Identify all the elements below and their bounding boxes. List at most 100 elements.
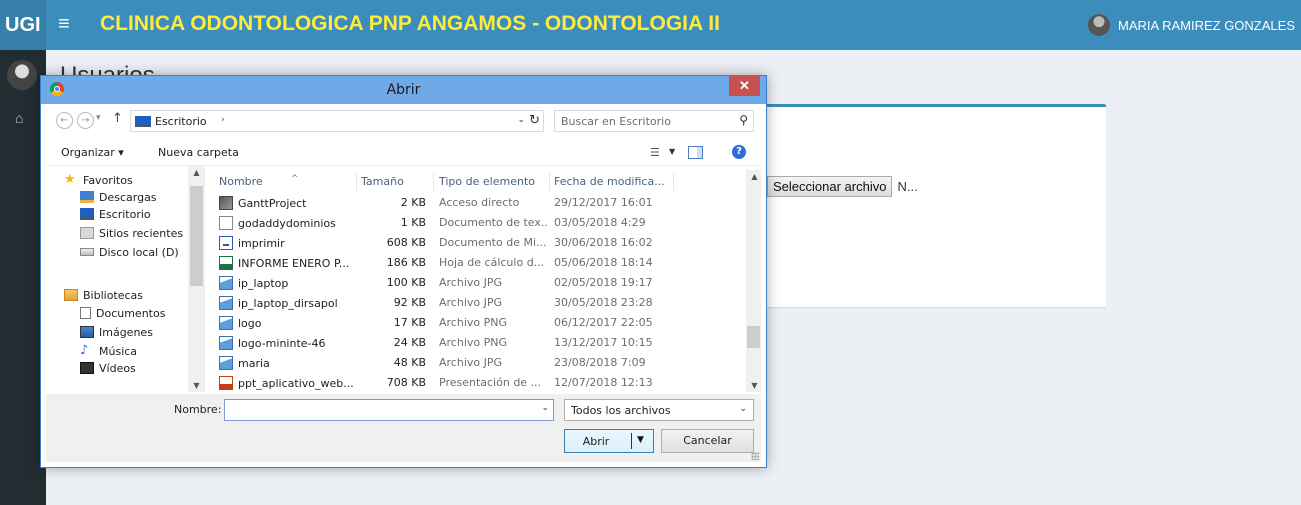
column-header-size[interactable]: Tamaño [361, 175, 404, 188]
chevron-down-icon[interactable]: ⌄ [541, 403, 549, 413]
content-box: Seleccionar archivo N... [760, 104, 1106, 307]
search-box[interactable]: ⚲ [554, 110, 754, 132]
back-arrow-icon[interactable]: ← [56, 112, 73, 129]
column-divider[interactable] [356, 173, 357, 191]
scroll-up-icon[interactable]: ▲ [746, 172, 763, 181]
open-button[interactable]: Abrir ▼ [564, 429, 654, 453]
nav-item-disco-local[interactable]: Disco local (D) [80, 244, 179, 260]
libraries-icon [64, 289, 78, 301]
column-divider[interactable] [673, 173, 674, 191]
user-avatar [1088, 14, 1111, 36]
search-input[interactable] [555, 111, 730, 131]
nav-item-musica[interactable]: ♪ Música [80, 343, 137, 359]
dialog-titlebar[interactable]: Abrir ✕ [41, 76, 766, 104]
open-button-label: Abrir [582, 435, 610, 448]
cancel-button[interactable]: Cancelar [661, 429, 754, 453]
recent-locations-chevron-icon[interactable]: ▾ [96, 113, 101, 123]
column-header-type[interactable]: Tipo de elemento [439, 175, 535, 188]
user-name: MARIA RAMIREZ GONZALES [1118, 17, 1295, 33]
nav-item-descargas[interactable]: Descargas [80, 189, 157, 205]
file-name: ip_laptop_dirsapol [238, 296, 338, 310]
help-icon[interactable]: ? [732, 145, 746, 159]
address-bar[interactable]: Escritorio › ⌄ ↻ [130, 110, 544, 132]
nav-item-videos[interactable]: Vídeos [80, 360, 136, 376]
image-file-icon [219, 296, 233, 310]
file-name: imprimir [238, 236, 285, 250]
new-folder-button[interactable]: Nueva carpeta [158, 146, 239, 159]
scroll-up-icon[interactable]: ▲ [188, 168, 205, 177]
file-name-cell: GanttProject [219, 196, 359, 210]
nav-pane-scrollbar[interactable]: ▲ ▼ [188, 166, 205, 392]
forward-arrow-icon[interactable]: → [77, 112, 94, 129]
file-type-select[interactable]: Todos los archivos ⌄ [564, 399, 754, 421]
nav-item-label: Bibliotecas [83, 288, 144, 302]
nav-item-label: Sitios recientes [99, 226, 184, 240]
nav-item-bibliotecas[interactable]: Bibliotecas [64, 287, 143, 303]
file-row[interactable]: imprimir 608 KB Documento de Mi... 30/06… [211, 233, 731, 253]
breadcrumb-escritorio[interactable]: Escritorio [155, 115, 207, 128]
open-dropdown-icon[interactable]: ▼ [637, 435, 644, 445]
organize-menu[interactable]: Organizar ▾ [61, 146, 124, 159]
home-icon[interactable]: ⌂ [15, 110, 23, 126]
file-name: GanttProject [238, 196, 307, 210]
file-list-scrollbar[interactable]: ▲ ▼ [746, 170, 761, 392]
desktop-icon [135, 116, 151, 127]
file-name-cell: logo [219, 316, 359, 330]
image-file-icon [219, 336, 233, 350]
nav-item-escritorio[interactable]: Escritorio [80, 206, 151, 222]
nav-item-imagenes[interactable]: Imágenes [80, 324, 153, 340]
file-row[interactable]: logo 17 KB Archivo PNG 06/12/2017 22:05 [211, 313, 731, 333]
file-name-field[interactable]: ⌄ [224, 399, 554, 421]
scroll-down-icon[interactable]: ▼ [188, 381, 205, 390]
up-arrow-icon[interactable]: ↑ [112, 111, 123, 126]
scroll-down-icon[interactable]: ▼ [746, 381, 763, 390]
column-header-name[interactable]: Nombre [219, 175, 263, 188]
file-name-cell: imprimir [219, 236, 359, 250]
menu-toggle-icon[interactable]: ≡ [58, 13, 70, 35]
close-icon[interactable]: ✕ [729, 76, 760, 96]
preview-pane-icon[interactable] [688, 146, 703, 159]
file-row[interactable]: GanttProject 2 KB Acceso directo 29/12/2… [211, 193, 731, 213]
file-name-label: Nombre: [174, 403, 222, 416]
search-icon[interactable]: ⚲ [739, 113, 748, 127]
file-name-input[interactable] [225, 400, 533, 420]
file-name: ppt_aplicativo_web... [238, 376, 354, 390]
column-header-date[interactable]: Fecha de modifica... [554, 175, 665, 188]
nav-item-sitios-recientes[interactable]: Sitios recientes [80, 225, 183, 241]
refresh-icon[interactable]: ↻ [529, 113, 540, 128]
file-size: 100 KB [386, 276, 426, 289]
nav-item-label: Descargas [99, 190, 157, 204]
user-menu[interactable]: MARIA RAMIREZ GONZALES [1088, 13, 1295, 37]
column-divider[interactable] [433, 173, 434, 191]
file-row[interactable]: logo-mininte-46 24 KB Archivo PNG 13/12/… [211, 333, 731, 353]
nav-pane-scroll-thumb[interactable] [190, 186, 203, 286]
address-dropdown-icon[interactable]: ⌄ [517, 115, 525, 125]
nav-item-label: Música [99, 344, 138, 358]
select-file-button[interactable]: Seleccionar archivo [767, 176, 893, 197]
file-date: 05/06/2018 18:14 [554, 256, 653, 269]
file-row[interactable]: ip_laptop_dirsapol 92 KB Archivo JPG 30/… [211, 293, 731, 313]
file-input[interactable]: Seleccionar archivo N... [767, 176, 918, 197]
file-date: 13/12/2017 10:15 [554, 336, 653, 349]
nav-item-documentos[interactable]: Documentos [80, 305, 165, 321]
column-divider[interactable] [549, 173, 550, 191]
chevron-down-icon[interactable]: ⌄ [739, 404, 747, 414]
file-name-cell: logo-mininte-46 [219, 336, 359, 350]
file-list-scroll-thumb[interactable] [747, 326, 760, 348]
documents-icon [80, 307, 91, 319]
resize-grip-icon[interactable] [751, 452, 759, 460]
file-name-cell: ip_laptop [219, 276, 359, 290]
file-row[interactable]: godaddydominios 1 KB Documento de tex...… [211, 213, 731, 233]
view-dropdown-icon[interactable]: ▼ [669, 147, 675, 156]
file-row[interactable]: ppt_aplicativo_web... 708 KB Presentació… [211, 373, 731, 393]
file-row[interactable]: ip_laptop 100 KB Archivo JPG 02/05/2018 … [211, 273, 731, 293]
file-row[interactable]: INFORME ENERO P... 186 KB Hoja de cálcul… [211, 253, 731, 273]
file-date: 29/12/2017 16:01 [554, 196, 653, 209]
file-name: ip_laptop [238, 276, 289, 290]
breadcrumb-chevron-icon[interactable]: › [221, 115, 225, 125]
file-type: Archivo JPG [439, 276, 503, 289]
nav-item-favoritos[interactable]: ★ Favoritos [64, 172, 133, 188]
view-options-icon[interactable]: ☰ [650, 146, 660, 159]
file-row[interactable]: maria 48 KB Archivo JPG 23/08/2018 7:09 [211, 353, 731, 373]
brand-logo[interactable]: UGI [0, 0, 46, 50]
